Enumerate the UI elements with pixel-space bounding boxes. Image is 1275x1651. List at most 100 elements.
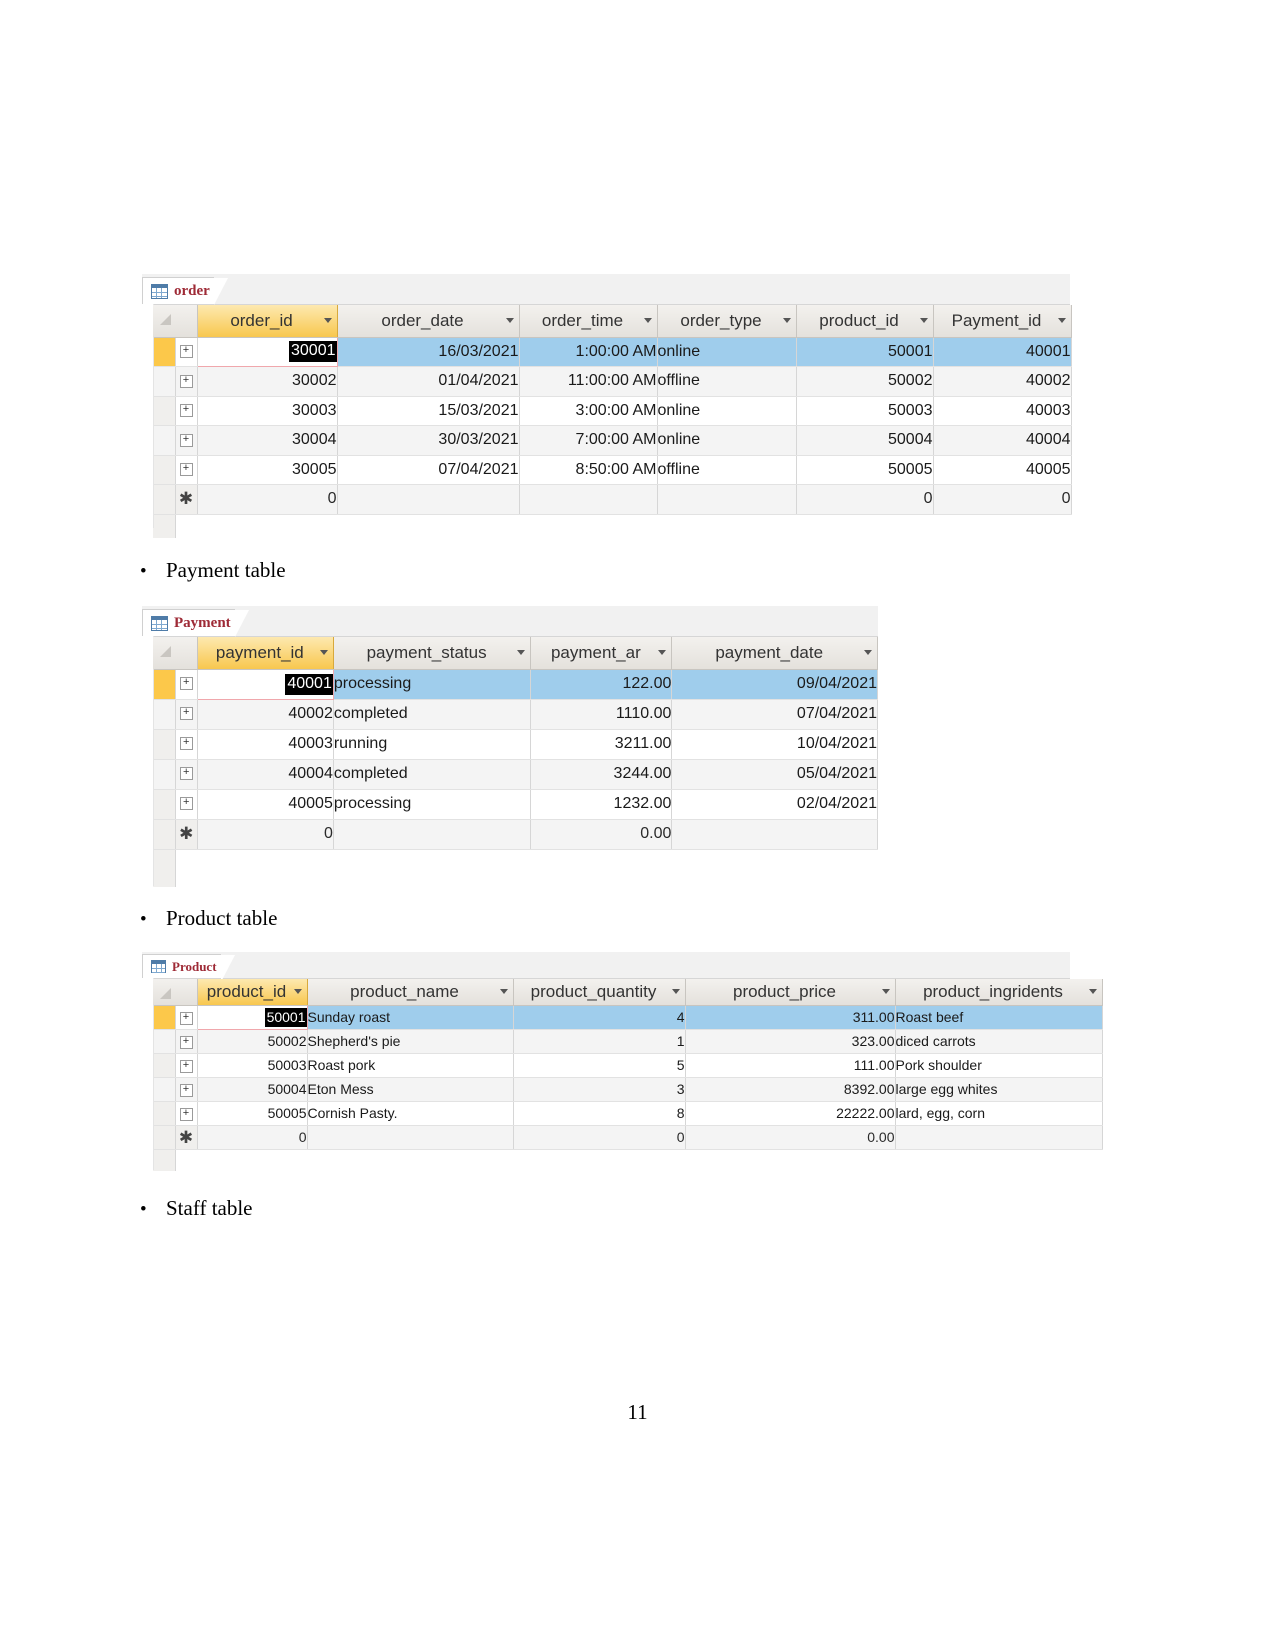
expand-subdatasheet-button[interactable]: + xyxy=(175,337,198,367)
expand-subdatasheet-button[interactable]: + xyxy=(175,1005,198,1030)
cell-product_ingridents[interactable]: Roast beef xyxy=(895,1005,1103,1030)
expand-subdatasheet-button[interactable]: + xyxy=(175,699,198,730)
cell-order_id[interactable]: 30004 xyxy=(197,425,338,456)
cell-payment_date[interactable]: 02/04/2021 xyxy=(671,789,878,820)
cell-product_id[interactable]: 50004 xyxy=(796,425,934,456)
table-row[interactable]: +30002 01/04/2021 11:00:00 AM offline 50002 4… xyxy=(153,366,1072,397)
cell-product_name[interactable]: Roast pork xyxy=(307,1053,514,1078)
cell-product_id[interactable]: 50003 xyxy=(197,1053,308,1078)
new-cell-product_id[interactable]: 0 xyxy=(197,1125,308,1150)
cell-order_time[interactable]: 3:00:00 AM xyxy=(519,396,658,426)
column-header-product_name[interactable]: product_name xyxy=(307,979,514,1006)
cell-order_type[interactable]: offline xyxy=(657,455,797,485)
new-record-row[interactable]: ✱ 0 0 0 xyxy=(153,484,1072,515)
cell-payment_status[interactable]: completed xyxy=(333,699,532,730)
select-all-corner[interactable] xyxy=(153,305,198,338)
cell-payment_status[interactable]: running xyxy=(333,729,532,760)
cell-product_name[interactable]: Cornish Pasty. xyxy=(307,1101,514,1126)
cell-product_id[interactable]: 50001 xyxy=(796,337,934,367)
cell-product_quantity[interactable]: 3 xyxy=(513,1077,686,1102)
cell-Payment_id[interactable]: 40004 xyxy=(933,425,1072,456)
record-selector[interactable] xyxy=(153,1005,176,1030)
tab-product[interactable]: Product xyxy=(142,954,236,982)
record-selector[interactable] xyxy=(153,425,176,456)
cell-product_id[interactable]: 50002 xyxy=(796,366,934,397)
record-selector[interactable] xyxy=(153,337,176,367)
expand-subdatasheet-button[interactable]: + xyxy=(175,759,198,790)
record-selector[interactable] xyxy=(153,455,176,485)
table-row[interactable]: +50005 Cornish Pasty. 8 22222.00 lard, egg, … xyxy=(153,1101,1103,1126)
column-header-payment_ar[interactable]: payment_ar xyxy=(530,637,673,670)
cell-product_ingridents[interactable]: large egg whites xyxy=(895,1077,1103,1102)
column-header-product_id[interactable]: product_id xyxy=(197,979,308,1006)
table-row[interactable]: +50003 Roast pork 5 111.00 Pork shoulder xyxy=(153,1053,1103,1078)
chevron-down-icon[interactable] xyxy=(499,989,508,995)
cell-product_price[interactable]: 8392.00 xyxy=(685,1077,896,1102)
select-all-corner[interactable] xyxy=(153,979,198,1006)
expand-subdatasheet-button[interactable]: + xyxy=(175,425,198,456)
cell-order_id[interactable]: 30001 xyxy=(196,336,338,367)
cell-order_date[interactable]: 07/04/2021 xyxy=(337,455,520,485)
cell-payment_id[interactable]: 40001 xyxy=(196,668,334,700)
cell-product_name[interactable]: Sunday roast xyxy=(307,1005,514,1030)
expand-subdatasheet-button[interactable]: + xyxy=(175,1101,198,1126)
table-row[interactable]: +30003 15/03/2021 3:00:00 AM online 50003 400… xyxy=(153,396,1072,426)
expand-subdatasheet-button[interactable]: + xyxy=(175,396,198,426)
cell-payment_ar[interactable]: 122.00 xyxy=(530,669,673,700)
select-all-corner[interactable] xyxy=(153,637,198,670)
chevron-down-icon[interactable] xyxy=(323,318,332,324)
cell-payment_id[interactable]: 40002 xyxy=(197,699,334,730)
new-cell-Payment_id[interactable]: 0 xyxy=(933,484,1072,515)
new-cell-order_type[interactable] xyxy=(657,484,797,515)
cell-payment_status[interactable]: processing xyxy=(333,789,532,820)
expand-subdatasheet-button[interactable]: + xyxy=(175,1053,198,1078)
new-record-row[interactable]: ✱ 0 0.00 xyxy=(153,819,878,850)
cell-product_price[interactable]: 311.00 xyxy=(685,1005,896,1030)
tab-payment[interactable]: Payment xyxy=(142,609,250,637)
table-row[interactable]: +40001 processing 122.00 09/04/2021 xyxy=(153,668,878,700)
cell-payment_ar[interactable]: 1232.00 xyxy=(530,789,673,820)
new-cell-payment_id[interactable]: 0 xyxy=(197,819,334,850)
cell-order_time[interactable]: 8:50:00 AM xyxy=(519,455,658,485)
record-selector[interactable] xyxy=(153,759,176,790)
cell-payment_date[interactable]: 10/04/2021 xyxy=(671,729,878,760)
column-header-payment_id[interactable]: payment_id xyxy=(197,637,334,670)
table-row[interactable]: +30005 07/04/2021 8:50:00 AM offline 50005 40… xyxy=(153,455,1072,485)
cell-product_price[interactable]: 111.00 xyxy=(685,1053,896,1078)
cell-product_ingridents[interactable]: lard, egg, corn xyxy=(895,1101,1103,1126)
chevron-down-icon[interactable] xyxy=(881,989,890,995)
new-cell-product_ingridents[interactable] xyxy=(895,1125,1103,1150)
chevron-down-icon[interactable] xyxy=(1057,318,1066,324)
new-cell-product_name[interactable] xyxy=(307,1125,514,1150)
table-row[interactable]: +40003 running 3211.00 10/04/2021 xyxy=(153,729,878,760)
cell-product_quantity[interactable]: 4 xyxy=(513,1005,686,1030)
cell-product_id[interactable]: 50001 xyxy=(196,1004,308,1030)
cell-order_id[interactable]: 30002 xyxy=(197,366,338,397)
cell-product_id[interactable]: 50003 xyxy=(796,396,934,426)
column-header-product_id[interactable]: product_id xyxy=(796,305,934,338)
record-selector[interactable] xyxy=(153,366,176,397)
cell-order_date[interactable]: 30/03/2021 xyxy=(337,425,520,456)
cell-order_time[interactable]: 11:00:00 AM xyxy=(519,366,658,397)
cell-payment_ar[interactable]: 3244.00 xyxy=(530,759,673,790)
cell-Payment_id[interactable]: 40003 xyxy=(933,396,1072,426)
cell-product_ingridents[interactable]: Pork shoulder xyxy=(895,1053,1103,1078)
table-row[interactable]: +30004 30/03/2021 7:00:00 AM online 50004 400… xyxy=(153,425,1072,456)
cell-order_type[interactable]: offline xyxy=(657,366,797,397)
expand-subdatasheet-button[interactable]: + xyxy=(175,1029,198,1054)
tab-order[interactable]: order xyxy=(142,277,229,305)
chevron-down-icon[interactable] xyxy=(919,318,928,324)
cell-product_name[interactable]: Eton Mess xyxy=(307,1077,514,1102)
table-row[interactable]: +30001 16/03/2021 1:00:00 AM online 50001 400… xyxy=(153,336,1072,367)
record-selector[interactable] xyxy=(153,1029,176,1054)
record-selector[interactable] xyxy=(153,729,176,760)
new-cell-order_time[interactable] xyxy=(519,484,658,515)
chevron-down-icon[interactable] xyxy=(319,650,328,656)
chevron-down-icon[interactable] xyxy=(293,989,302,995)
cell-Payment_id[interactable]: 40005 xyxy=(933,455,1072,485)
table-row[interactable]: +50001 Sunday roast 4 311.00 Roast beef xyxy=(153,1004,1103,1030)
column-header-order_type[interactable]: order_type xyxy=(657,305,797,338)
expand-subdatasheet-button[interactable]: + xyxy=(175,366,198,397)
chevron-down-icon[interactable] xyxy=(505,318,514,324)
column-header-order_id[interactable]: order_id xyxy=(197,305,338,338)
